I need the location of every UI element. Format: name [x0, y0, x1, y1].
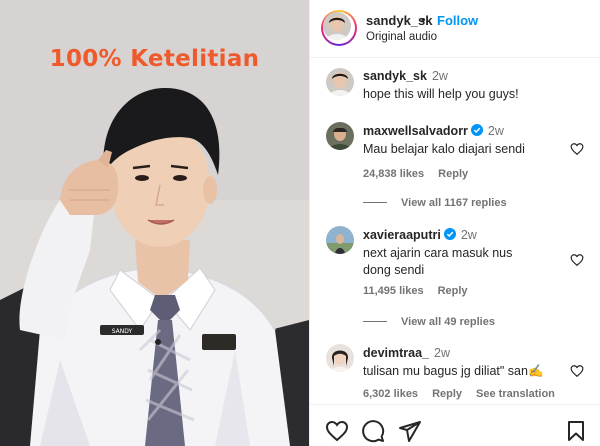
comment-time: 2w	[487, 124, 504, 138]
comment-icon[interactable]	[361, 419, 385, 443]
video-overlay-text: 100% Ketelitian	[49, 46, 260, 72]
reply-button[interactable]: Reply	[438, 285, 468, 297]
reply-button[interactable]: Reply	[432, 388, 462, 400]
reply-button[interactable]: Reply	[438, 168, 468, 180]
separator-dot: •	[421, 12, 426, 27]
caption-text: hope this will help you guys!	[363, 87, 519, 101]
comment-meta: 11,495 likes Reply	[363, 285, 482, 297]
commenter-avatar[interactable]	[326, 122, 354, 150]
commenter-avatar[interactable]	[326, 344, 354, 372]
comment-likes[interactable]: 6,302 likes	[363, 388, 418, 400]
commenter-username[interactable]: devimtraa_ 2w	[363, 346, 450, 360]
comment-meta: 6,302 likes Reply See translation	[363, 388, 569, 400]
heart-icon[interactable]	[325, 419, 349, 443]
action-bar	[310, 404, 600, 446]
like-comment-heart-icon[interactable]	[570, 142, 584, 156]
reel-video[interactable]: SANDY 100% Ketelitian	[0, 0, 309, 446]
comment-text: tulisan mu bagus jg diliat" san✍️	[363, 364, 544, 378]
verified-badge-icon	[443, 228, 456, 240]
comment-likes[interactable]: 24,838 likes	[363, 168, 424, 180]
comment-likes[interactable]: 11,495 likes	[363, 285, 424, 297]
comment-text: Mau belajar kalo diajari sendi	[363, 142, 525, 156]
author-avatar[interactable]	[321, 10, 357, 46]
post-header: sandyk_sk • Follow Original audio	[310, 0, 600, 58]
comment-meta: 24,838 likes Reply	[363, 168, 482, 180]
see-translation-button[interactable]: See translation	[476, 388, 555, 400]
commenter-username[interactable]: maxwellsalvadorr 2w	[363, 124, 504, 138]
view-replies-button[interactable]: View all 1167 replies	[363, 197, 507, 209]
view-replies-button[interactable]: View all 49 replies	[363, 316, 495, 328]
comment-time: 2w	[434, 346, 450, 360]
caption-avatar[interactable]	[326, 68, 354, 96]
follow-button[interactable]: Follow	[437, 13, 478, 28]
comment-text: next ajarin cara masuk nus dong sendi	[363, 246, 513, 277]
comments-panel: sandyk_sk • Follow Original audio sandyk…	[309, 0, 600, 446]
comment-time: 2w	[460, 228, 477, 242]
name-tag-text: SANDY	[112, 328, 133, 335]
bookmark-icon[interactable]	[564, 419, 588, 443]
caption-username[interactable]: sandyk_sk 2w	[363, 69, 448, 83]
commenter-username[interactable]: xavieraaputri 2w	[363, 228, 477, 242]
like-comment-heart-icon[interactable]	[570, 364, 584, 378]
verified-badge-icon	[470, 124, 483, 136]
like-comment-heart-icon[interactable]	[570, 253, 584, 267]
commenter-avatar[interactable]	[326, 226, 354, 254]
caption-time: 2w	[431, 69, 448, 83]
audio-link[interactable]: Original audio	[366, 31, 437, 43]
share-icon[interactable]	[398, 419, 422, 443]
